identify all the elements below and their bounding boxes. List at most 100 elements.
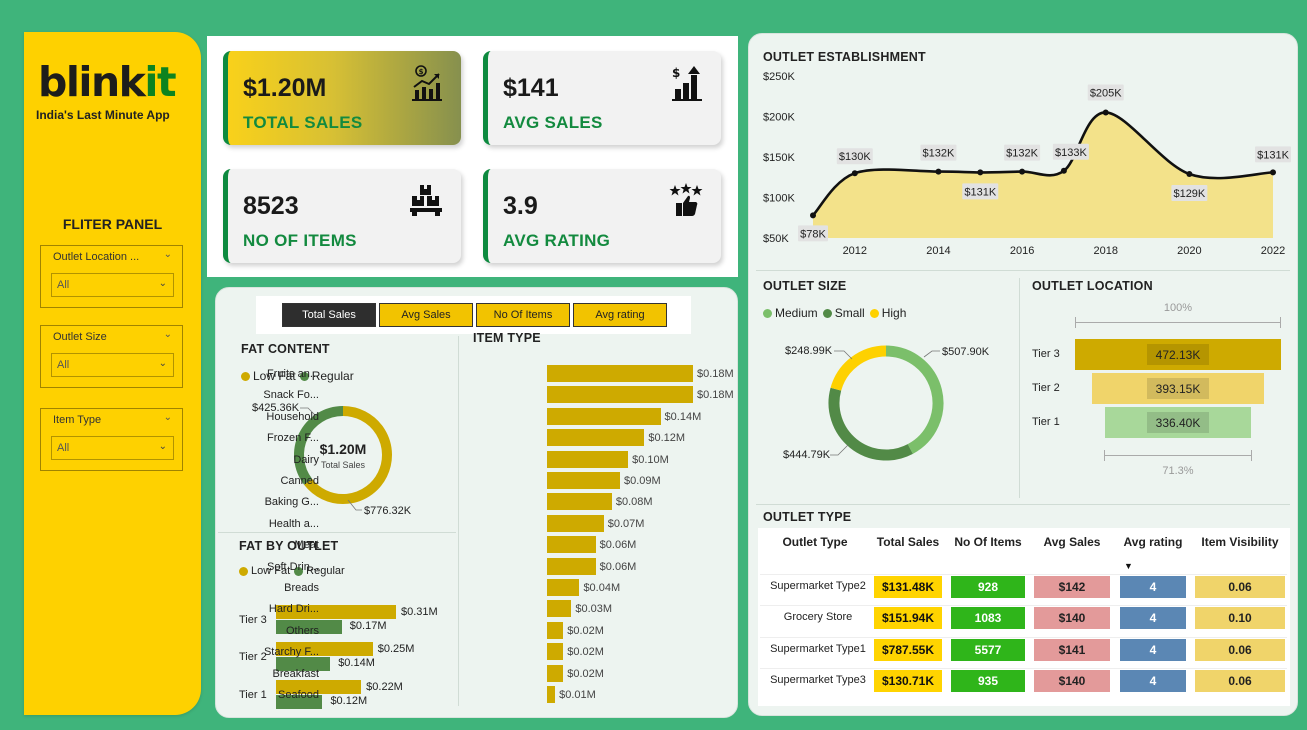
data-label: $132K [923, 148, 955, 160]
item-type-bar[interactable] [547, 429, 645, 447]
kpi-value: 8523 [243, 192, 299, 220]
kpi-card-no-of-items: 8523 NO OF ITEMS [223, 169, 461, 263]
kpi-value: 3.9 [503, 192, 538, 220]
item-type-row: Breads $0.04M [215, 579, 620, 598]
outlet-type-title: OUTLET TYPE [763, 510, 852, 524]
sort-descending-icon[interactable]: ▼ [1124, 561, 1133, 571]
row-divider [760, 605, 1287, 606]
funnel-bracket [1104, 455, 1252, 456]
metric-button-avg-rating[interactable]: Avg rating [573, 303, 667, 327]
item-type-bar[interactable] [547, 643, 564, 661]
table-cell-sales[interactable]: $131.48K [874, 576, 942, 598]
funnel-tier-label: Tier 1 [1032, 416, 1060, 428]
outlet-location-dropdown[interactable]: All ⌄ [51, 273, 174, 297]
table-cell-items[interactable]: 935 [951, 670, 1025, 692]
item-type-category: Seafood [278, 689, 319, 701]
table-cell-sales[interactable]: $151.94K [874, 607, 942, 629]
item-type-dropdown[interactable]: All ⌄ [51, 436, 174, 460]
dollar-growth-icon: $ [672, 66, 702, 101]
item-type-bar[interactable] [547, 686, 556, 703]
metric-button-total-sales[interactable]: Total Sales [282, 303, 376, 327]
legend-dot [763, 308, 772, 318]
data-point [810, 212, 816, 219]
table-cell-rating[interactable]: 4 [1120, 670, 1186, 692]
table-cell-vis[interactable]: 0.06 [1195, 670, 1285, 692]
item-type-bar[interactable] [547, 386, 693, 404]
item-type-data-label: $0.04M [583, 582, 621, 594]
funnel-tier-label: Tier 2 [1032, 382, 1060, 394]
funnel-value-label: 336.40K [1147, 412, 1209, 433]
kpi-label: AVG SALES [503, 113, 603, 132]
table-header: Avg rating [1123, 535, 1183, 549]
table-cell-avg[interactable]: $140 [1034, 607, 1110, 629]
metric-button-avg-sales[interactable]: Avg Sales [379, 303, 473, 327]
item-type-bar[interactable] [547, 493, 612, 511]
table-cell-avg[interactable]: $142 [1034, 576, 1110, 598]
item-type-bar[interactable] [547, 557, 596, 575]
outlet-location-slicer[interactable]: Outlet Location ... ⌄ All ⌄ [40, 245, 183, 308]
item-type-bar[interactable] [547, 450, 629, 468]
outlet-size-dropdown[interactable]: All ⌄ [51, 353, 174, 377]
table-cell-rating[interactable]: 4 [1120, 576, 1186, 598]
item-type-data-label: $0.02M [567, 646, 604, 659]
data-point [977, 169, 984, 176]
outlet-type-name: Grocery Store [783, 611, 853, 623]
x-tick-label: 2012 [843, 245, 867, 257]
table-cell-items[interactable]: 928 [951, 576, 1025, 598]
table-cell-vis[interactable]: 0.06 [1195, 576, 1285, 598]
item-type-bar[interactable] [547, 664, 564, 682]
x-tick-label: 2014 [926, 245, 950, 257]
item-type-bar[interactable] [547, 407, 661, 425]
table-cell-rating[interactable]: 4 [1120, 639, 1186, 661]
chevron-down-icon[interactable]: ⌄ [164, 412, 172, 423]
metric-button-no-of-items[interactable]: No Of Items [476, 303, 570, 327]
data-point [1186, 171, 1193, 178]
legend-dot [822, 308, 832, 318]
table-cell-avg[interactable]: $141 [1034, 639, 1110, 661]
data-label: $129K [1173, 188, 1205, 200]
table-cell-items[interactable]: 1083 [951, 607, 1025, 629]
table-cell-items[interactable]: 5577 [951, 639, 1025, 661]
outlet-location-title: OUTLET LOCATION [1032, 279, 1153, 293]
kpi-card-total-sales: $1.20M TOTAL SALES $ [223, 51, 461, 145]
slicer-label: Item Type [53, 414, 102, 426]
table-header: Item Visibility [1201, 535, 1279, 549]
table-cell-vis[interactable]: 0.10 [1195, 607, 1285, 629]
chevron-down-icon: ⌄ [158, 358, 167, 369]
brand-tagline: India's Last Minute App [36, 108, 170, 122]
data-label: $131K [964, 186, 996, 198]
chevron-down-icon[interactable]: ⌄ [164, 249, 172, 260]
table-cell-rating[interactable]: 4 [1120, 607, 1186, 629]
fat-content-title: FAT CONTENT [241, 342, 330, 356]
item-type-category: Fruits an... [267, 368, 319, 380]
item-type-category: Breads [284, 582, 319, 594]
item-type-slicer[interactable]: Item Type ⌄ All ⌄ [40, 408, 183, 471]
table-cell-vis[interactable]: 0.06 [1195, 639, 1285, 661]
kpi-card-avg-sales: $141 AVG SALES $ [483, 51, 721, 145]
blinkit-logo: blinkit [38, 58, 177, 106]
divider [1019, 278, 1020, 498]
item-type-row: Starchy F... $0.02M [215, 643, 604, 662]
item-type-bar[interactable] [547, 514, 604, 532]
item-type-bar[interactable] [547, 472, 620, 489]
table-cell-sales[interactable]: $787.55K [874, 639, 942, 661]
funnel-value-label: 472.13K [1147, 344, 1209, 365]
item-type-bar[interactable] [547, 600, 572, 618]
item-type-bar[interactable] [547, 365, 693, 382]
item-type-bar[interactable] [547, 621, 564, 639]
table-cell-sales[interactable]: $130.71K [874, 670, 942, 692]
y-tick-label: $250K [763, 71, 795, 83]
chevron-down-icon[interactable]: ⌄ [164, 329, 172, 340]
table-cell-avg[interactable]: $140 [1034, 670, 1110, 692]
item-type-data-label: $0.14M [664, 410, 702, 423]
outlet-size-slicer[interactable]: Outlet Size ⌄ All ⌄ [40, 325, 183, 388]
item-type-category: Snack Fo... [263, 389, 319, 402]
item-type-bar[interactable] [547, 536, 596, 554]
row-divider [760, 574, 1287, 575]
kpi-label: AVG RATING [503, 231, 611, 250]
outlet-size-title: OUTLET SIZE [763, 279, 847, 293]
funnel-bracket [1075, 322, 1281, 323]
item-type-bar[interactable] [547, 579, 580, 596]
item-type-data-label: $0.18M [697, 389, 734, 402]
outlet-establishment-chart[interactable]: $250K $200K $150K $100K $50K 2012 2014 2016 2018… [755, 66, 1295, 266]
